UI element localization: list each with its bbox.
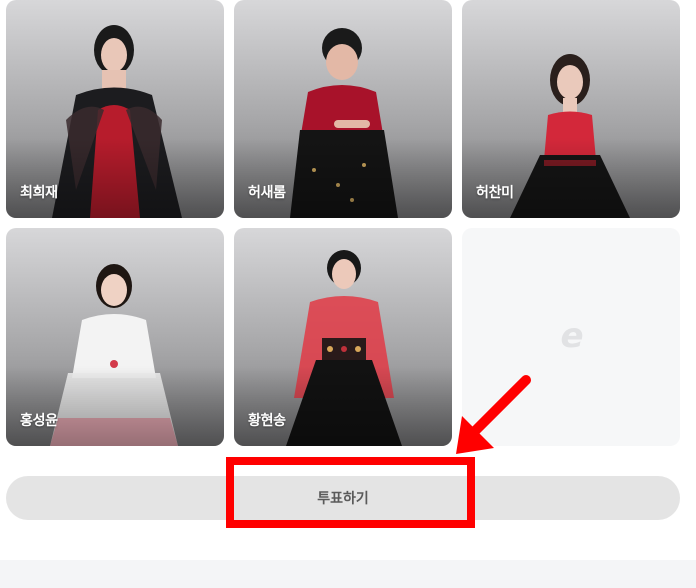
vote-button-container: 투표하기 [6, 476, 680, 520]
vote-button[interactable]: 투표하기 [6, 476, 680, 520]
placeholder-logo-icon: e [560, 316, 584, 356]
empty-card-placeholder: e [462, 228, 680, 446]
contestant-grid: 최희재 허새롬 허찬미 홍성윤 황현송 e [0, 0, 696, 460]
contestant-name: 허찬미 [476, 185, 514, 201]
contestant-card-5[interactable]: 황현송 [234, 228, 452, 446]
contestant-name: 홍성윤 [20, 413, 58, 429]
contestant-card-3[interactable]: 허찬미 [462, 0, 680, 218]
contestant-card-4[interactable]: 홍성윤 [6, 228, 224, 446]
footer-strip [0, 560, 696, 588]
contestant-name: 황현송 [248, 413, 286, 429]
contestant-card-2[interactable]: 허새롬 [234, 0, 452, 218]
contestant-name: 최희재 [20, 185, 58, 201]
contestant-card-1[interactable]: 최희재 [6, 0, 224, 218]
contestant-name: 허새롬 [248, 185, 286, 201]
